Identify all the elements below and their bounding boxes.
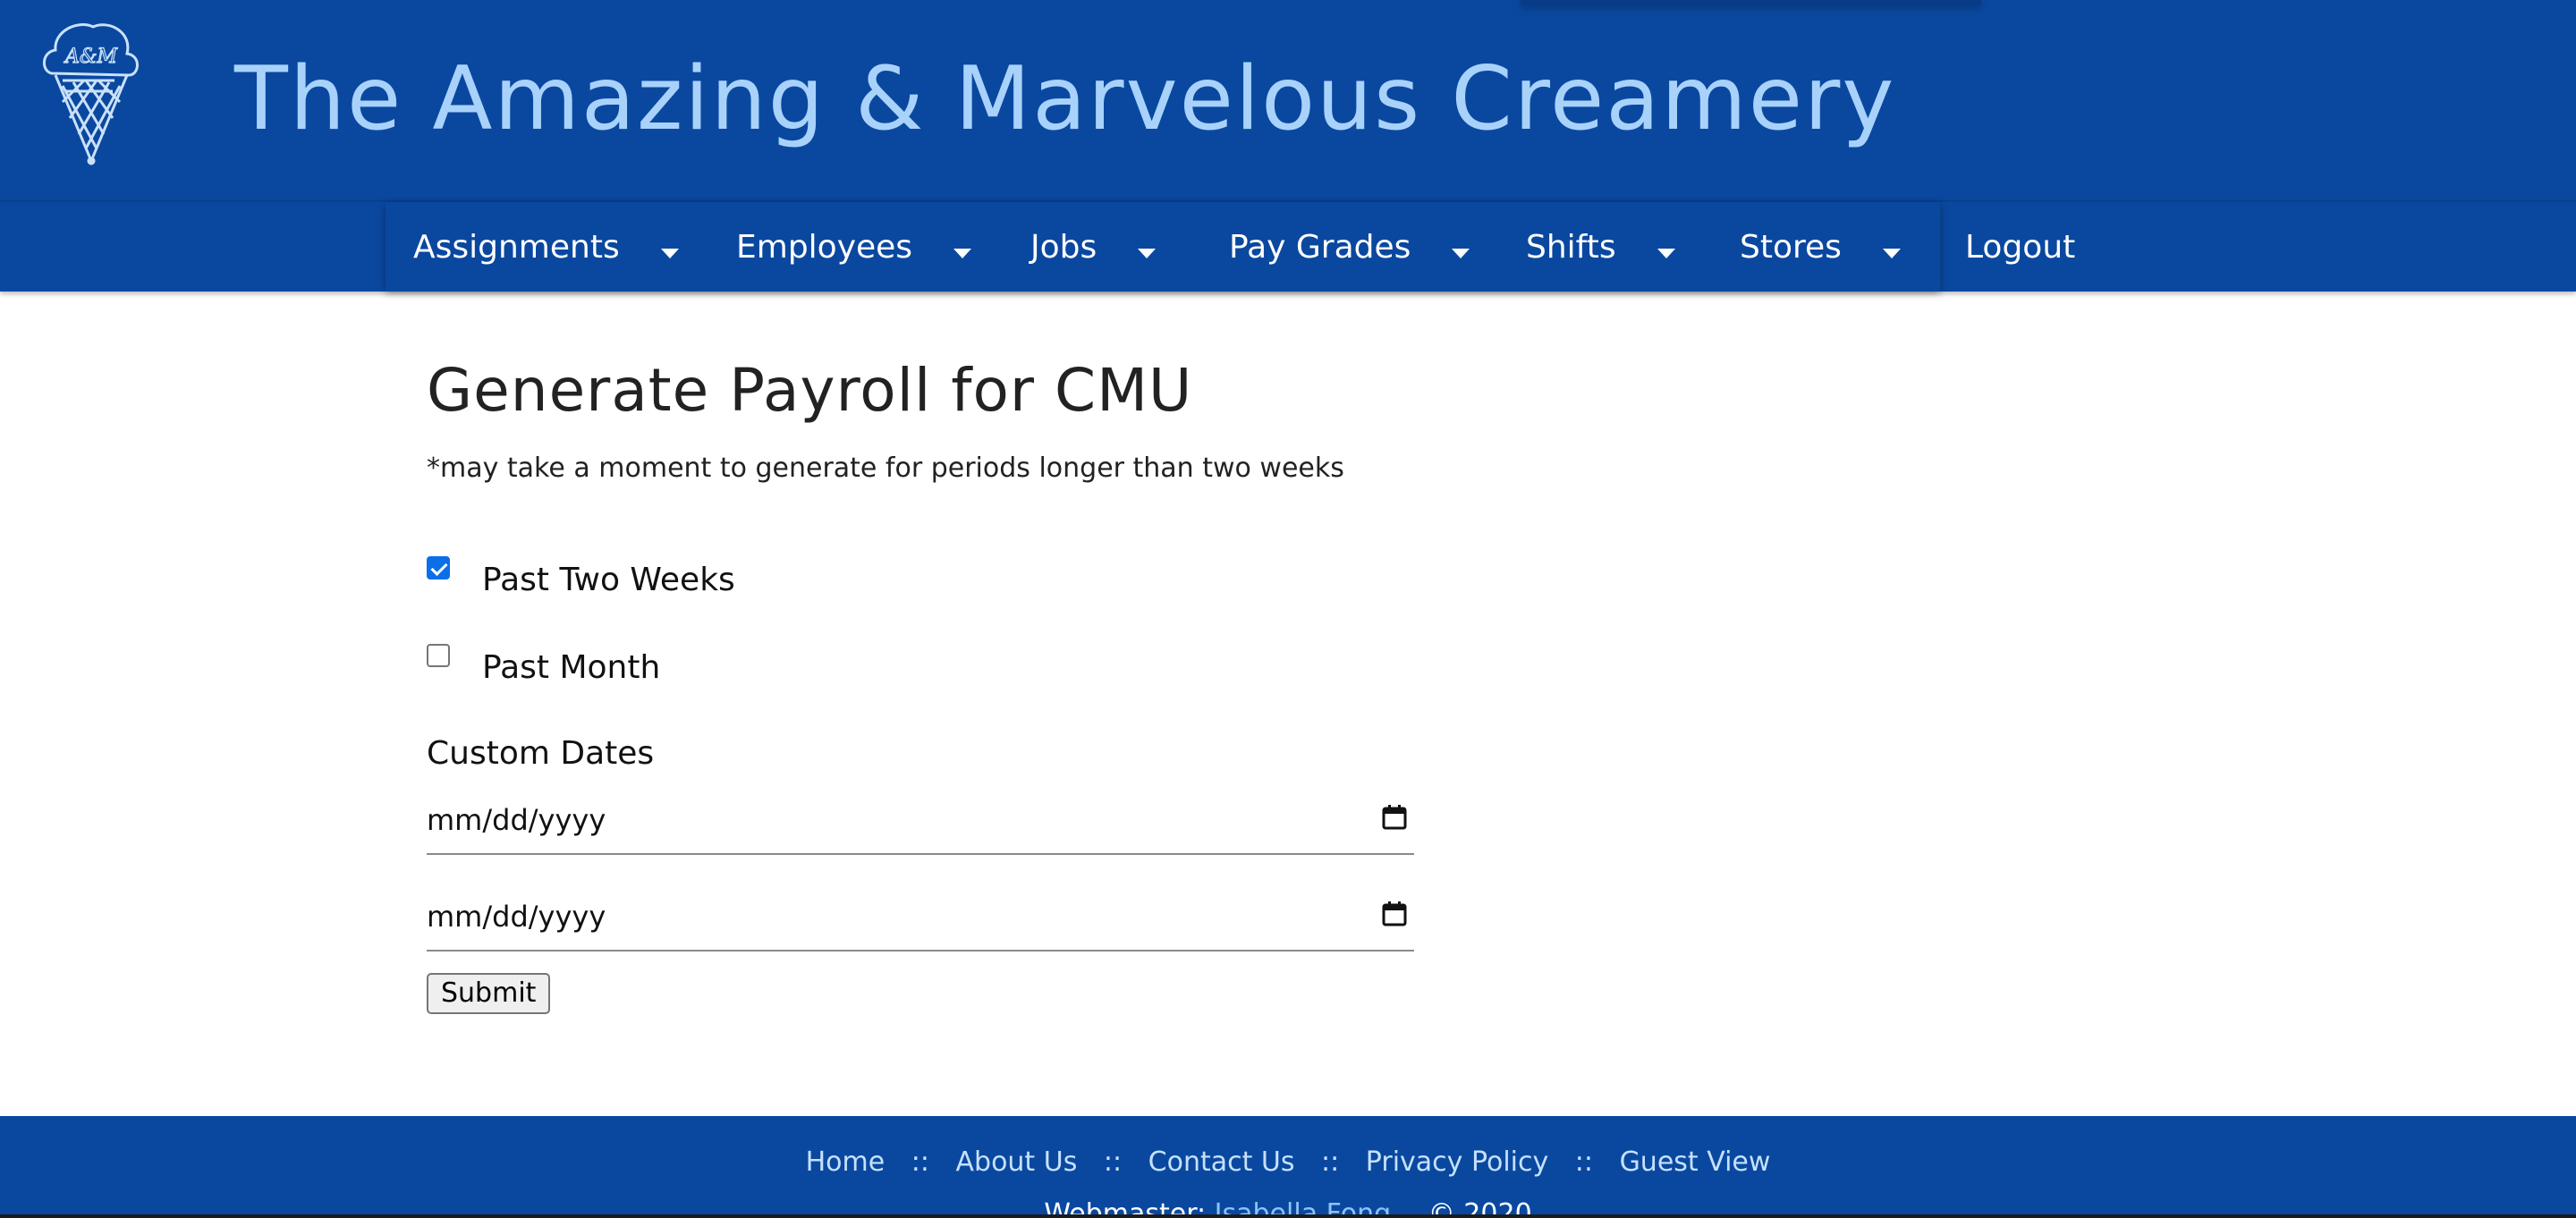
footer-link-home[interactable]: Home — [806, 1146, 886, 1178]
caret-down-icon — [1138, 248, 1157, 258]
footer-link-about-us[interactable]: About Us — [956, 1146, 1078, 1178]
past-two-weeks-checkbox[interactable] — [427, 556, 450, 579]
option-past-two-weeks: Past Two Weeks — [427, 556, 963, 610]
nav-item-stores[interactable]: Stores — [1740, 202, 1901, 292]
caret-down-icon — [660, 248, 679, 258]
nav-item-label: Assignments — [413, 228, 620, 266]
past-month-label[interactable]: Past Month — [482, 649, 660, 686]
footer-link-contact-us[interactable]: Contact Us — [1148, 1146, 1295, 1178]
nav-item-logout[interactable]: Logout — [1965, 202, 2075, 292]
page: A&M The Amazing & Marvelous Creamery Ass… — [0, 0, 2576, 1218]
nav-item-label: Shifts — [1526, 228, 1616, 266]
calendar-icon[interactable] — [1380, 803, 1409, 832]
generation-note: *may take a moment to generate for perio… — [427, 453, 1344, 484]
caret-down-icon — [1657, 248, 1675, 258]
footer-link-privacy-policy[interactable]: Privacy Policy — [1366, 1146, 1548, 1178]
nav-item-assignments[interactable]: Assignments — [413, 202, 679, 292]
nav-item-pay-grades[interactable]: Pay Grades — [1229, 202, 1470, 292]
start-date-input[interactable]: mm/dd/yyyy — [427, 794, 1414, 855]
past-month-checkbox[interactable] — [427, 644, 450, 667]
ice-cream-cone-icon[interactable]: A&M — [39, 18, 143, 166]
calendar-icon[interactable] — [1380, 900, 1409, 928]
nav-item-jobs[interactable]: Jobs — [1030, 202, 1157, 292]
date-placeholder: mm/dd/yyyy — [427, 803, 606, 837]
nav-item-label: Pay Grades — [1229, 228, 1411, 266]
footer-link-guest-view[interactable]: Guest View — [1620, 1146, 1771, 1178]
footer-separator: :: — [911, 1146, 929, 1178]
footer-links: Home :: About Us :: Contact Us :: Privac… — [0, 1146, 2576, 1178]
nav-item-label: Stores — [1740, 228, 1842, 266]
date-placeholder: mm/dd/yyyy — [427, 900, 606, 934]
site-header: A&M The Amazing & Marvelous Creamery — [0, 0, 2576, 200]
footer-separator: :: — [1574, 1146, 1594, 1178]
submit-button[interactable]: Submit — [427, 973, 551, 1014]
option-past-month: Past Month — [427, 644, 963, 698]
caret-down-icon — [1452, 248, 1470, 258]
nav-item-label: Employees — [736, 228, 913, 266]
site-title: The Amazing & Marvelous Creamery — [234, 48, 1896, 150]
site-footer: Home :: About Us :: Contact Us :: Privac… — [0, 1116, 2576, 1218]
past-two-weeks-label[interactable]: Past Two Weeks — [482, 562, 735, 598]
nav-item-label: Jobs — [1030, 228, 1097, 266]
logo-monogram: A&M — [64, 46, 117, 68]
nav-item-label: Logout — [1965, 228, 2076, 266]
nav-item-shifts[interactable]: Shifts — [1526, 202, 1675, 292]
custom-dates-label: Custom Dates — [427, 735, 655, 772]
caret-down-icon — [1882, 248, 1901, 258]
caret-down-icon — [953, 248, 972, 258]
main-navbar: Assignments Employees Jobs Pay Grades Sh… — [0, 200, 2576, 292]
footer-separator: :: — [1321, 1146, 1340, 1178]
page-title: Generate Payroll for CMU — [427, 356, 1193, 425]
end-date-input[interactable]: mm/dd/yyyy — [427, 891, 1414, 952]
window-bottom-edge — [0, 1214, 2576, 1218]
header-overlay-shadow — [1521, 0, 1981, 5]
nav-item-employees[interactable]: Employees — [736, 202, 972, 292]
footer-separator: :: — [1103, 1146, 1123, 1178]
